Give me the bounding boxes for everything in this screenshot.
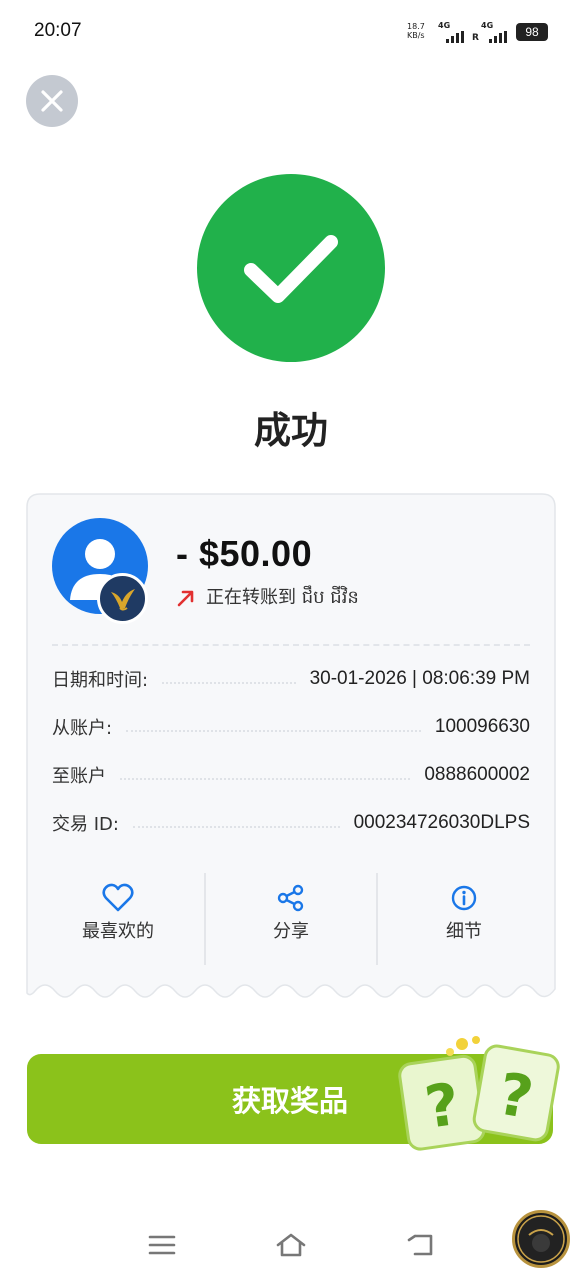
battery-icon: 98: [516, 23, 548, 41]
roaming-indicator: R: [472, 33, 479, 43]
success-badge: [197, 174, 385, 362]
menu-button[interactable]: [142, 1228, 182, 1262]
transfer-description: 正在转账到 ជឹប ជីវិន: [176, 583, 359, 612]
receipt-card: - $50.00 正在转账到 ជឹប ជីវិន 日期和时间: 30-01-20…: [26, 493, 556, 998]
outgoing-arrow-icon: [177, 590, 194, 606]
menu-icon: [148, 1235, 176, 1255]
bird-logo-icon: [110, 588, 135, 610]
status-time: 20:07: [34, 20, 82, 41]
back-icon: [407, 1234, 433, 1256]
detail-row-datetime: 日期和时间: 30-01-2026 | 08:06:39 PM: [52, 668, 530, 691]
details-button[interactable]: 细节: [376, 883, 552, 953]
detail-row-transaction-id: 交易 ID: 000234726030DLPS: [52, 812, 530, 835]
card-divider: [52, 644, 530, 646]
transfer-text: 正在转账到 ជឹប ជីវិន: [206, 587, 359, 608]
system-nav-bar: [0, 1210, 582, 1280]
transaction-amount: - $50.00: [176, 533, 313, 574]
heart-icon: [102, 883, 134, 912]
network-speed: 18.7 KB/s: [407, 22, 425, 40]
status-bar: 20:07 18.7 KB/s 4G R 4G 98: [0, 0, 582, 62]
info-icon: [451, 885, 477, 911]
watermark-badge-icon: [512, 1210, 570, 1268]
favorite-button[interactable]: 最喜欢的: [30, 883, 206, 953]
back-button[interactable]: [400, 1228, 440, 1262]
share-button[interactable]: 分享: [203, 883, 379, 953]
close-icon: [41, 90, 63, 112]
close-button[interactable]: [26, 75, 78, 127]
share-icon: [277, 884, 304, 912]
detail-row-to-account: 至账户 0888600002: [52, 764, 530, 787]
checkmark-icon: [244, 235, 338, 303]
mystery-box-icon: ? ?: [398, 1036, 560, 1151]
success-title: 成功: [254, 409, 328, 452]
home-button[interactable]: [271, 1228, 311, 1262]
reward-label: 获取奖品: [231, 1084, 348, 1118]
bank-logo: [97, 573, 148, 624]
receipt-actions: 最喜欢的 分享 细节: [26, 873, 556, 965]
detail-row-from-account: 从账户: 100096630: [52, 716, 530, 739]
home-icon: [276, 1233, 306, 1257]
